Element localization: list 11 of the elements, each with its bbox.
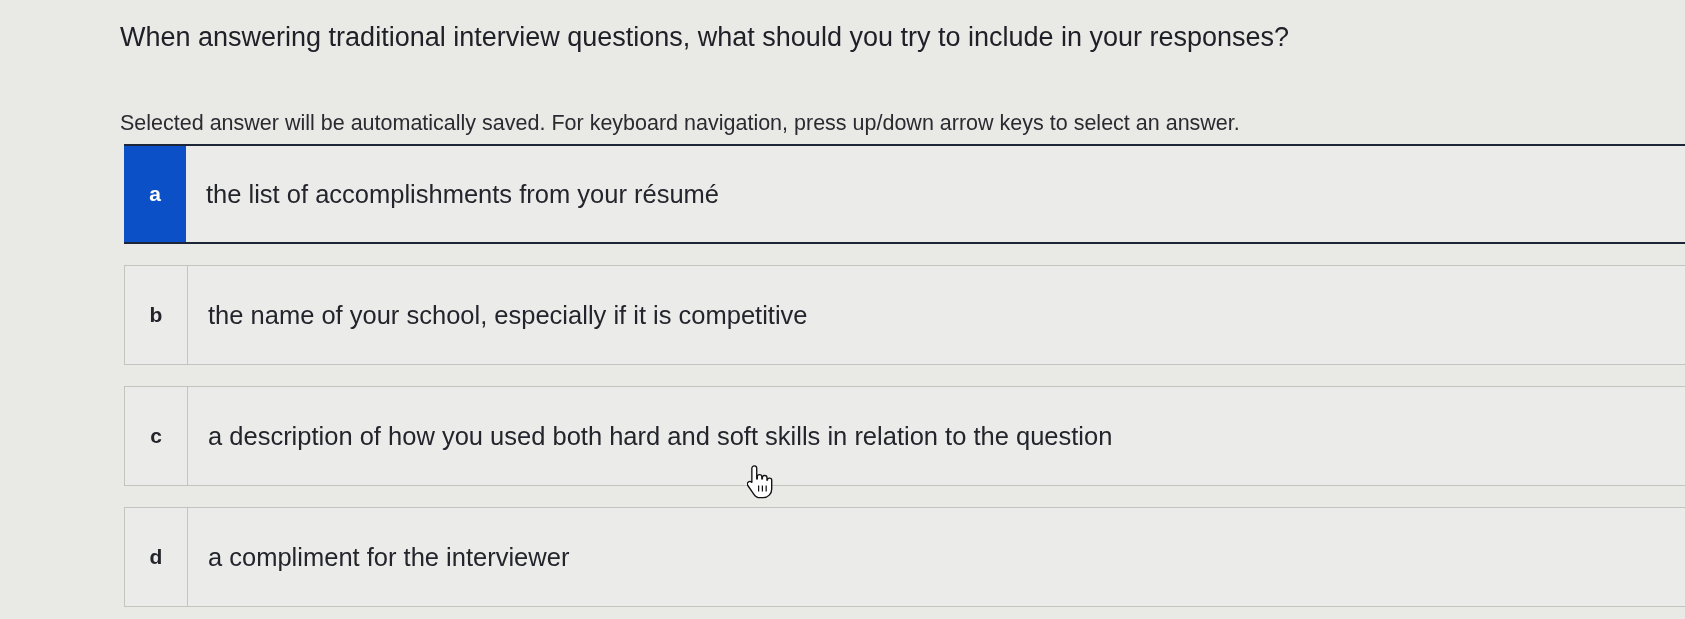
question-text: When answering traditional interview questions, what should you try to include in your responses? <box>120 21 1290 54</box>
option-letter: a <box>124 146 186 242</box>
answer-option[interactable]: b the name of your school, especially if it is competitive <box>124 265 1685 365</box>
answer-option[interactable]: c a description of how you used both hard and soft skills in relation to the question <box>124 386 1685 486</box>
option-letter: d <box>125 508 188 606</box>
option-letter: c <box>125 387 188 485</box>
hand-cursor-icon <box>747 465 774 499</box>
answer-option[interactable]: d a compliment for the interviewer <box>124 507 1685 607</box>
instruction-text: Selected answer will be automatically saved. For keyboard navigation, press up/down arrow keys to select an answer. <box>120 110 1240 136</box>
answer-option[interactable]: a the list of accomplishments from your résumé <box>124 144 1685 244</box>
option-letter: b <box>125 266 188 364</box>
